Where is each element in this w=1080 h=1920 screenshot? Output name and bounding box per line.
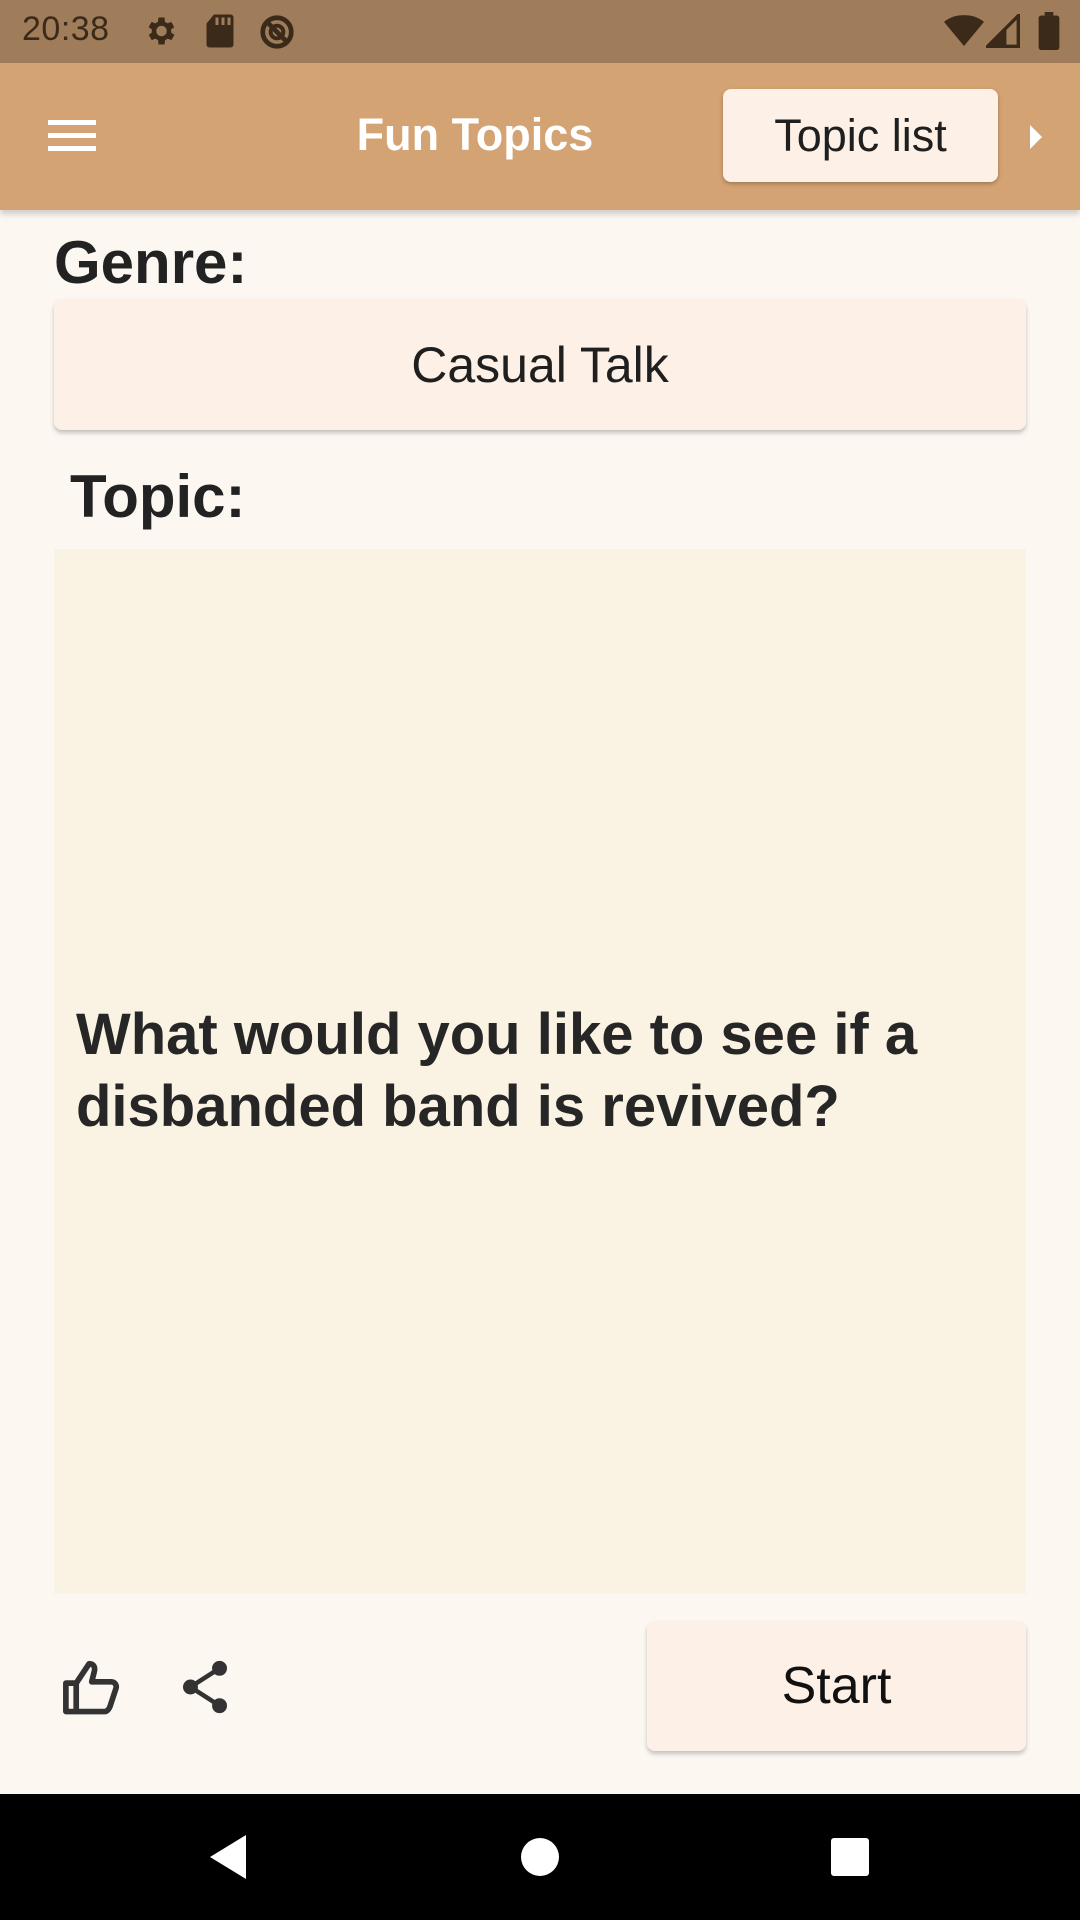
sd-card-icon xyxy=(204,13,236,54)
genre-selector-button[interactable]: Casual Talk xyxy=(54,299,1026,430)
settings-icon xyxy=(142,13,178,54)
thumbs-up-icon xyxy=(63,1660,120,1715)
topic-text: What would you like to see if a disbande… xyxy=(76,1002,918,1139)
back-button[interactable] xyxy=(198,1827,258,1887)
screen: 20:38 Fun Topics Topic list Genre: Casua… xyxy=(0,0,1080,1920)
navigation-bar xyxy=(0,1794,1080,1920)
home-button[interactable] xyxy=(510,1827,570,1887)
cell-signal-icon xyxy=(983,11,1020,53)
status-time: 20:38 xyxy=(22,10,110,48)
wifi-icon xyxy=(944,14,984,53)
menu-button[interactable] xyxy=(38,101,108,171)
data-saver-icon xyxy=(258,13,296,56)
triangle-right-icon xyxy=(1030,125,1042,149)
topic-list-button[interactable]: Topic list xyxy=(723,89,998,182)
topic-card: What would you like to see if a disbande… xyxy=(54,549,1026,1594)
hamburger-menu-icon xyxy=(48,120,96,151)
topic-label: Topic: xyxy=(70,463,246,530)
start-button[interactable]: Start xyxy=(647,1621,1026,1751)
status-bar: 20:38 xyxy=(0,0,1080,63)
battery-icon xyxy=(1038,12,1060,55)
share-button[interactable] xyxy=(168,1650,242,1724)
share-icon xyxy=(182,1660,228,1714)
overflow-arrow-button[interactable] xyxy=(1018,119,1054,155)
app-bar: Fun Topics Topic list xyxy=(0,63,1080,210)
home-icon xyxy=(521,1838,559,1876)
back-icon xyxy=(210,1835,246,1879)
app-title: Fun Topics xyxy=(356,109,594,160)
genre-label: Genre: xyxy=(54,229,248,296)
like-button[interactable] xyxy=(56,1650,130,1724)
recents-button[interactable] xyxy=(820,1827,880,1887)
recents-icon xyxy=(831,1838,869,1876)
